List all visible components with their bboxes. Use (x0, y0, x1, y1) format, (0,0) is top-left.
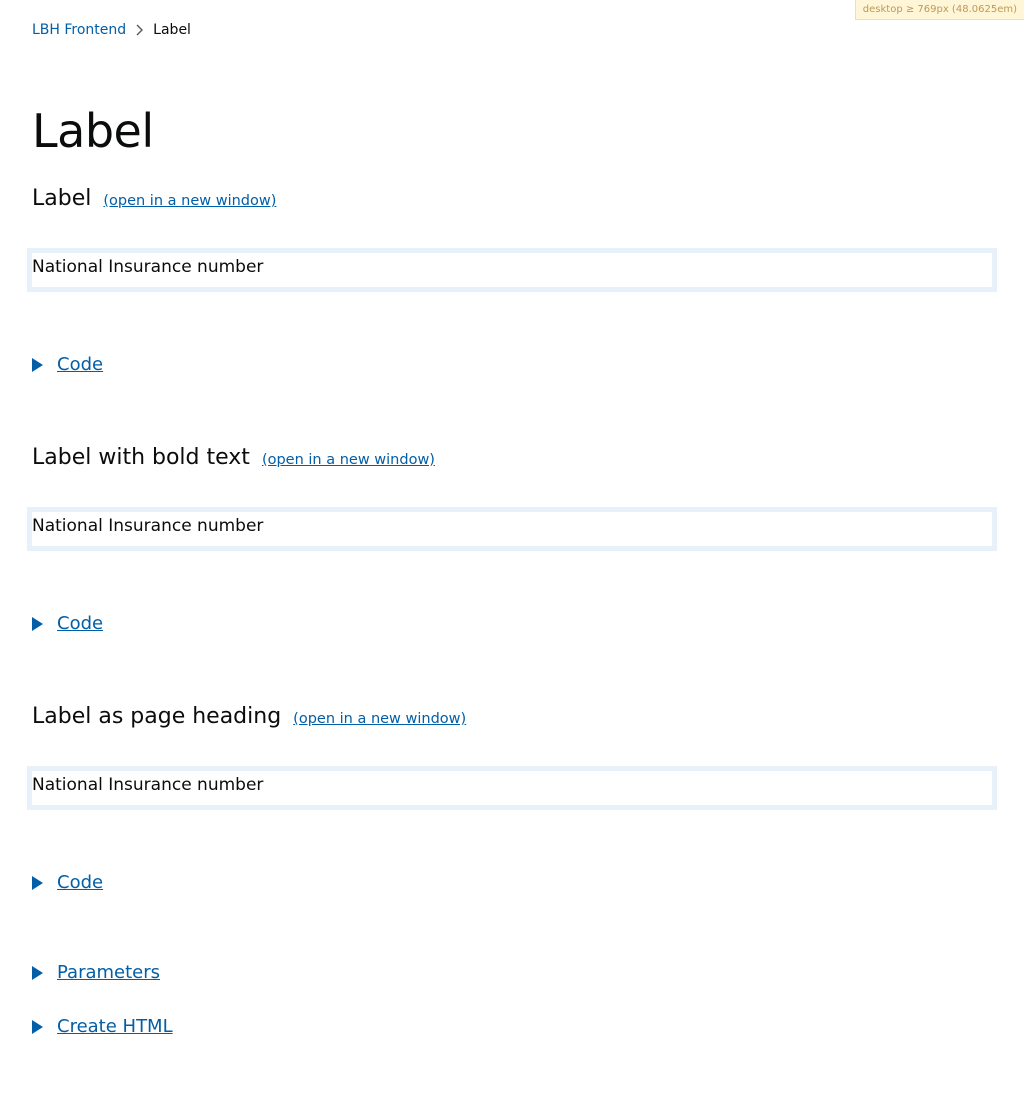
breadcrumb-home-link[interactable]: LBH Frontend (32, 21, 126, 39)
section-title: Label with bold text (32, 445, 250, 470)
section-heading: Label with bold text (open in a new wind… (32, 443, 435, 473)
code-toggle[interactable]: Code (32, 353, 103, 377)
section-title: Label as page heading (32, 704, 282, 729)
section-title: Label (32, 186, 92, 211)
triangle-right-icon (32, 1020, 43, 1034)
code-toggle-label: Code (57, 354, 104, 375)
triangle-right-icon (32, 617, 43, 631)
chevron-right-icon (131, 21, 149, 39)
triangle-right-icon (32, 876, 43, 890)
parameters-toggle-label: Parameters (57, 962, 161, 983)
example-frame: National Insurance number (27, 766, 997, 810)
code-toggle-label: Code (57, 613, 104, 634)
code-toggle[interactable]: Code (32, 612, 103, 636)
section-heading: Label (open in a new window) (32, 184, 276, 214)
open-in-new-window-link[interactable]: (open in a new window) (293, 711, 466, 727)
breadcrumb: LBH Frontend Label (32, 21, 191, 39)
triangle-right-icon (32, 358, 43, 372)
open-in-new-window-link[interactable]: (open in a new window) (103, 193, 276, 209)
open-in-new-window-link[interactable]: (open in a new window) (262, 452, 435, 468)
parameters-toggle[interactable]: Parameters (32, 961, 160, 985)
breadcrumb-current: Label (153, 22, 191, 38)
example-label: National Insurance number (32, 516, 264, 536)
create-html-toggle[interactable]: Create HTML (32, 1015, 173, 1039)
code-toggle[interactable]: Code (32, 871, 103, 895)
example-frame: National Insurance number (27, 248, 997, 292)
example-frame: National Insurance number (27, 507, 997, 551)
page-title: Label (32, 104, 154, 158)
code-toggle-label: Code (57, 872, 104, 893)
example-label: National Insurance number (32, 775, 264, 795)
create-html-toggle-label: Create HTML (57, 1016, 173, 1037)
breakpoint-badge: desktop ≥ 769px (48.0625em) (854, 0, 1024, 20)
triangle-right-icon (32, 966, 43, 980)
section-heading: Label as page heading (open in a new win… (32, 702, 466, 732)
example-label: National Insurance number (32, 257, 264, 277)
